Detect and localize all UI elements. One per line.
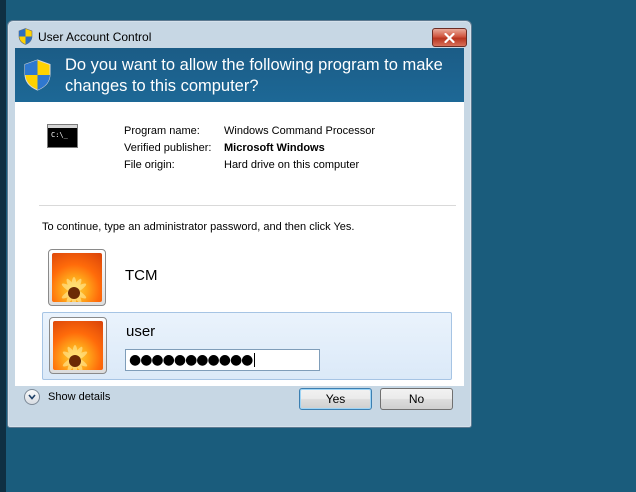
flower-avatar-icon	[53, 321, 103, 370]
program-info: Program name: Windows Command Processor …	[124, 123, 375, 174]
cmd-icon-text: C:\_	[51, 131, 68, 139]
show-details-toggle[interactable]: Show details	[24, 389, 110, 405]
publisher-value: Microsoft Windows	[224, 142, 325, 154]
program-name-value: Windows Command Processor	[224, 125, 375, 137]
text-caret	[254, 353, 256, 367]
dialog-content: C:\_ Program name: Windows Command Proce…	[15, 102, 464, 386]
password-input[interactable]: ●●●●●●●●●●●	[125, 349, 320, 371]
command-prompt-icon: C:\_	[47, 124, 78, 148]
prompt-header: Do you want to allow the following progr…	[15, 48, 464, 102]
uac-shield-icon	[18, 28, 33, 45]
close-button[interactable]	[432, 28, 467, 47]
file-origin-value: Hard drive on this computer	[224, 159, 360, 171]
close-icon	[444, 32, 455, 43]
password-mask: ●●●●●●●●●●●	[129, 352, 253, 368]
yes-button[interactable]: Yes	[299, 388, 372, 410]
publisher-label: Verified publisher:	[124, 142, 212, 154]
account-name: user	[126, 323, 156, 340]
flower-avatar-icon	[52, 253, 102, 302]
instruction-text: To continue, type an administrator passw…	[42, 221, 355, 233]
account-tile-tcm[interactable]: TCM	[42, 245, 452, 311]
title-bar[interactable]: User Account Control	[8, 21, 471, 48]
desktop-edge	[0, 0, 6, 492]
window-title: User Account Control	[38, 30, 152, 44]
chevron-down-icon[interactable]	[24, 389, 40, 405]
uac-dialog: User Account Control Do you want to allo…	[7, 20, 472, 428]
prompt-question: Do you want to allow the following progr…	[65, 56, 443, 95]
divider	[39, 205, 456, 206]
show-details-label: Show details	[48, 391, 111, 403]
file-origin-label: File origin:	[124, 159, 175, 171]
avatar	[48, 249, 106, 306]
account-tile-user[interactable]: user ●●●●●●●●●●●	[42, 312, 452, 380]
uac-shield-large-icon	[24, 59, 51, 91]
program-name-label: Program name:	[124, 125, 200, 137]
avatar	[49, 317, 107, 374]
account-name: TCM	[125, 267, 158, 284]
no-button[interactable]: No	[380, 388, 453, 410]
